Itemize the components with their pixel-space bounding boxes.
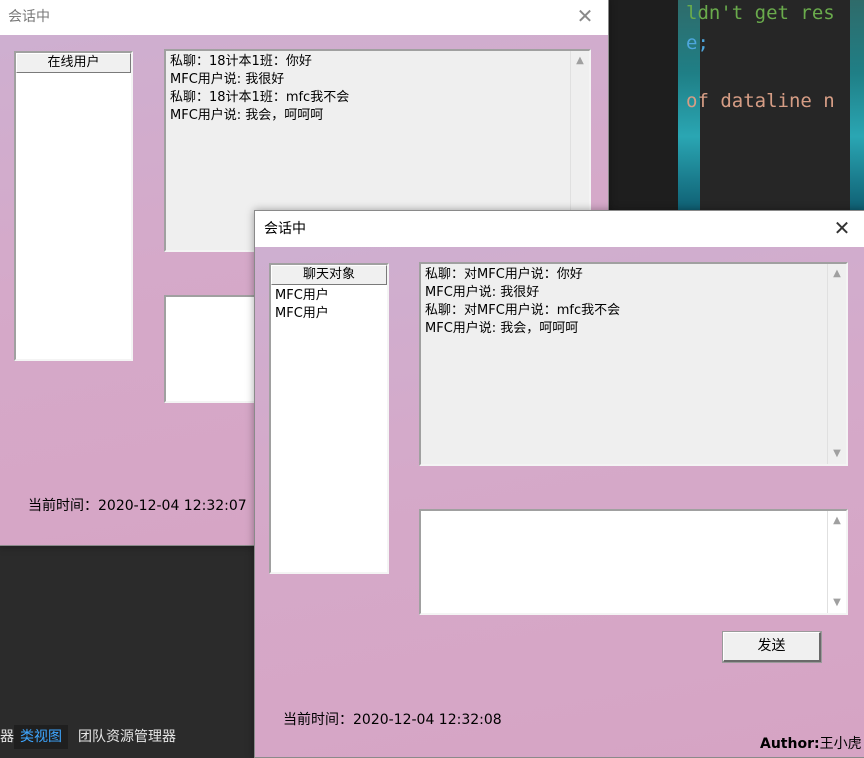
chat-window-front: 会话中 ✕ 聊天对象 MFC用户 MFC用户 私聊：对MFC用户说：你好 MFC…: [254, 210, 864, 758]
close-icon[interactable]: ✕: [819, 211, 864, 247]
window-title: 会话中: [8, 9, 50, 25]
chat-line: MFC用户说: 我很好: [170, 72, 285, 87]
author-name: 王小虎: [819, 736, 862, 752]
scroll-up-icon[interactable]: ▲: [828, 513, 846, 529]
author-credit: Author:王小虎: [760, 733, 862, 753]
chat-line: MFC用户说: 我很好: [425, 285, 540, 300]
chat-history-box[interactable]: 私聊：对MFC用户说：你好 MFC用户说: 我很好 私聊：对MFC用户说：mfc…: [419, 262, 848, 466]
online-users-list[interactable]: 在线用户: [14, 51, 133, 361]
column-header-chat-target[interactable]: 聊天对象: [271, 265, 387, 285]
vertical-scrollbar[interactable]: ▲ ▼: [827, 511, 846, 613]
list-item[interactable]: MFC用户: [271, 287, 387, 305]
code-line: e;: [686, 32, 709, 54]
tab-class-view[interactable]: 类视图: [14, 725, 68, 749]
code-line: ldn't get res: [686, 2, 835, 24]
chat-target-list[interactable]: 聊天对象 MFC用户 MFC用户: [269, 263, 389, 574]
chat-line: 私聊：18计本1班：mfc我不会: [170, 90, 350, 105]
chat-line: MFC用户说: 我会，呵呵呵: [425, 321, 579, 336]
scroll-down-icon[interactable]: ▼: [828, 446, 846, 462]
send-button[interactable]: 发送: [722, 631, 822, 663]
tab-team-explorer[interactable]: 团队资源管理器: [72, 725, 182, 749]
message-input[interactable]: [164, 295, 264, 403]
chat-line: 私聊：18计本1班：你好: [170, 54, 312, 69]
author-label: Author:: [760, 736, 820, 752]
message-input[interactable]: ▲ ▼: [419, 509, 848, 615]
list-item[interactable]: MFC用户: [271, 305, 387, 323]
chat-line: 私聊：对MFC用户说：你好: [425, 267, 583, 282]
current-time-label: 当前时间：2020-12-04 12:32:07: [28, 498, 247, 514]
chat-line: 私聊：对MFC用户说：mfc我不会: [425, 303, 621, 318]
chat-line: MFC用户说: 我会，呵呵呵: [170, 108, 324, 123]
code-line: of dataline n: [686, 90, 835, 112]
column-header-online-users[interactable]: 在线用户: [16, 53, 131, 73]
scroll-up-icon[interactable]: ▲: [828, 266, 846, 282]
vertical-scrollbar[interactable]: ▲ ▼: [827, 264, 846, 464]
window-titlebar: 会话中 ✕: [0, 0, 608, 35]
window-title: 会话中: [264, 221, 306, 237]
close-icon[interactable]: ✕: [562, 0, 608, 35]
code-editor-background: ldn't get res e; of dataline n: [608, 0, 864, 210]
window-titlebar: 会话中 ✕: [255, 211, 864, 247]
scroll-up-icon[interactable]: ▲: [571, 53, 589, 69]
scroll-down-icon[interactable]: ▼: [828, 595, 846, 611]
ide-bottom-panel: 器 类视图 团队资源管理器: [0, 545, 254, 756]
current-time-label: 当前时间：2020-12-04 12:32:08: [283, 712, 502, 728]
